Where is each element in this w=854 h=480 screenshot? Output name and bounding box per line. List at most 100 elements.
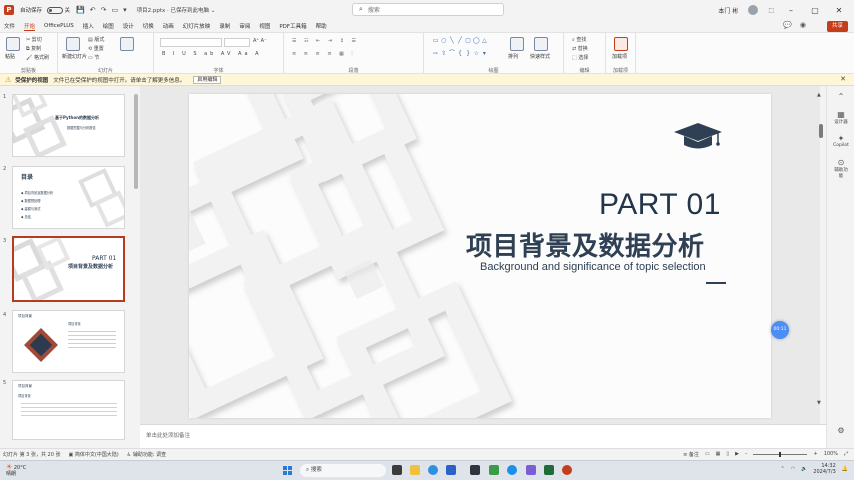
maximize-button[interactable]: ▢: [808, 6, 822, 15]
windows-start-icon[interactable]: [283, 466, 292, 475]
close-icon[interactable]: ✕: [840, 75, 846, 83]
enable-editing-button[interactable]: 启用编辑: [193, 75, 222, 84]
accessibility-button[interactable]: ⊙ 辅助功能: [833, 158, 849, 179]
addins-icon[interactable]: [614, 37, 628, 51]
thumbnail-pane[interactable]: 1 基于Python的数据分析 数据挖掘与分析报告 2 目录 ◆ 项目背景及数据…: [0, 86, 140, 448]
replace-button[interactable]: ⇄ 替换: [572, 45, 588, 52]
app-icon[interactable]: [507, 465, 517, 475]
tab-view[interactable]: 视图: [259, 22, 270, 30]
copy-button[interactable]: ⧉ 复制: [26, 45, 41, 52]
app-icon[interactable]: [526, 465, 536, 475]
font-name-select[interactable]: [160, 38, 222, 47]
settings-icon[interactable]: ⚙: [833, 426, 849, 435]
store-icon[interactable]: [446, 465, 456, 475]
notes-pane[interactable]: 单击此处添加备注: [140, 424, 826, 448]
autosave-control[interactable]: 自动保存 关: [20, 6, 70, 14]
arrange-button[interactable]: 排列: [508, 53, 518, 60]
close-button[interactable]: ✕: [832, 6, 846, 15]
avatar[interactable]: [748, 5, 759, 15]
new-slide-button[interactable]: 新建幻灯片: [62, 53, 87, 60]
shape-arrow-icon[interactable]: ⇧: [440, 50, 447, 62]
arrange-icon[interactable]: [510, 37, 524, 51]
slide-thumbnail-3[interactable]: PART 01 项目背景及数据分析: [12, 236, 125, 302]
shape-rect-icon[interactable]: ▢: [465, 37, 472, 49]
tab-pdf-tools[interactable]: PDF工具箱: [279, 22, 306, 30]
zoom-in-icon[interactable]: +: [813, 451, 817, 457]
paste-button[interactable]: 粘贴: [5, 53, 15, 60]
tab-draw[interactable]: 绘图: [103, 22, 114, 30]
app-icon[interactable]: [470, 465, 480, 475]
shape-curve-icon[interactable]: ⌒: [448, 50, 455, 62]
search-box[interactable]: ⌕ 搜索: [352, 3, 504, 16]
tab-record[interactable]: 录制: [219, 22, 230, 30]
language-indicator[interactable]: ▣ 简体中文(中国大陆): [69, 451, 119, 458]
user-name[interactable]: 本门 彬: [718, 6, 738, 15]
tab-help[interactable]: 帮助: [316, 22, 327, 30]
grow-font-icon[interactable]: A⁺ A⁻: [253, 38, 267, 44]
zoom-out-icon[interactable]: –: [745, 451, 748, 457]
tab-animations[interactable]: 动画: [163, 22, 174, 30]
shape-more-icon[interactable]: ▾: [481, 50, 488, 62]
find-button[interactable]: ⌕ 查找: [572, 36, 586, 43]
slideshow-icon[interactable]: ▶: [735, 451, 739, 457]
tab-home[interactable]: 开始: [24, 22, 36, 31]
shape-star-icon[interactable]: ☆: [473, 50, 480, 62]
scroll-up-icon[interactable]: ▲: [817, 92, 821, 98]
shape-oval-icon[interactable]: ○: [440, 37, 447, 49]
tab-file[interactable]: 文件: [4, 22, 15, 30]
share-button[interactable]: 共享: [826, 21, 848, 32]
format-painter-button[interactable]: 🖌 格式刷: [26, 54, 49, 61]
shape-rect-icon[interactable]: ▭: [432, 37, 439, 49]
thumbnail-scrollbar[interactable]: [134, 94, 138, 189]
tab-insert[interactable]: 插入: [83, 22, 94, 30]
recording-timer-badge[interactable]: 00:11: [771, 321, 789, 339]
font-size-select[interactable]: [224, 38, 250, 47]
align-buttons[interactable]: ≡ ≡ ≡ ≡ ▦ ⫶: [292, 51, 356, 57]
reset-button[interactable]: ⟲ 重置: [88, 45, 104, 52]
list-buttons[interactable]: ☰ ☷ ⇤ ⇥ ↕ ☰: [292, 38, 359, 44]
ribbon-display-icon[interactable]: ⬚: [768, 7, 774, 14]
save-icon[interactable]: 💾: [76, 6, 85, 14]
comments-icon[interactable]: 💬: [783, 21, 792, 29]
tray-chevron-icon[interactable]: ⌃: [780, 466, 784, 472]
shape-brace-icon[interactable]: {: [456, 50, 463, 62]
reuse-slides-icon[interactable]: [120, 37, 134, 51]
zoom-level[interactable]: 100%: [824, 451, 838, 457]
fit-slide-icon[interactable]: ⤢: [844, 451, 848, 457]
record-icon[interactable]: ◉: [800, 21, 806, 29]
zoom-slider[interactable]: [753, 451, 808, 457]
slide-scrollbar[interactable]: [819, 124, 823, 138]
redo-icon[interactable]: ↷: [101, 6, 107, 14]
tab-review[interactable]: 审阅: [239, 22, 250, 30]
copilot-button[interactable]: ✦ Copilot: [833, 134, 849, 148]
undo-icon[interactable]: ↶: [90, 6, 96, 14]
section-button[interactable]: ▭ 节: [88, 54, 99, 61]
reading-view-icon[interactable]: ▯: [726, 451, 729, 457]
tab-slideshow[interactable]: 幻灯片放映: [183, 22, 211, 30]
app-icon[interactable]: [489, 465, 499, 475]
slide-thumbnail-2[interactable]: 目录 ◆ 项目背景及数据分析 ◆ 数据预处理 ◆ 建模与测试 ◆ 总结: [12, 166, 125, 229]
new-slide-icon[interactable]: [66, 37, 80, 51]
tab-transitions[interactable]: 切换: [143, 22, 154, 30]
collapse-panel-icon[interactable]: ⌃: [833, 92, 849, 101]
powerpoint-taskbar-icon[interactable]: [562, 465, 572, 475]
shape-brace-icon[interactable]: }: [465, 50, 472, 62]
slide-thumbnail-4[interactable]: 项目背景 项目背景: [12, 310, 125, 373]
shape-line-icon[interactable]: ╲: [448, 37, 455, 49]
shapes-gallery[interactable]: ▭ ○ ╲ ╱ ▢ ◯ △ ⇨ ⇧ ⌒{} ☆ ▾: [432, 37, 488, 61]
volume-icon[interactable]: 🔈: [801, 466, 807, 472]
tab-officeplus[interactable]: OfficePLUS: [44, 23, 74, 29]
designer-button[interactable]: ▦ 设计器: [833, 110, 849, 125]
taskbar-search[interactable]: ⌕ 搜索: [300, 464, 386, 477]
present-icon[interactable]: ▭: [112, 6, 119, 14]
edge-icon[interactable]: [428, 465, 438, 475]
weather-widget[interactable]: ☀ 20°C 晴朗: [6, 464, 26, 478]
shape-oval-icon[interactable]: ◯: [473, 37, 480, 49]
addins-button[interactable]: 加载项: [612, 53, 627, 60]
font-format-buttons[interactable]: B I U S ab AV Aa A: [162, 51, 262, 57]
scroll-down-icon[interactable]: ▼: [817, 400, 821, 406]
accessibility-status[interactable]: ♿ 辅助功能: 调查: [127, 451, 166, 458]
shape-triangle-icon[interactable]: △: [481, 37, 488, 49]
task-view-icon[interactable]: [392, 465, 402, 475]
slide-thumbnail-1[interactable]: 基于Python的数据分析 数据挖掘与分析报告: [12, 94, 125, 157]
